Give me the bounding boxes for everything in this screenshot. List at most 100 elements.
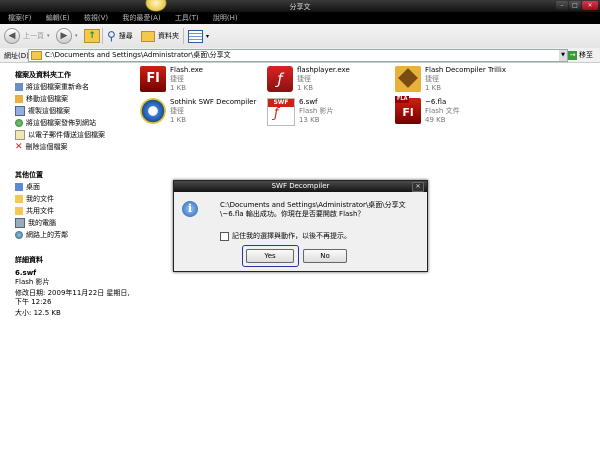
task-copy[interactable]: 複製這個檔案 — [15, 106, 70, 116]
task-publish[interactable]: 將這個檔案發佈到網站 — [15, 118, 96, 128]
toolbar-separator — [183, 28, 184, 44]
address-bar: 網址(D) C:\Documents and Settings\Administ… — [0, 48, 600, 63]
file-size: 1 KB — [170, 84, 187, 92]
task-label: 將這個檔案發佈到網站 — [26, 119, 96, 127]
file-flashplayer-exe[interactable]: ƒ flashplayer.exe 捷徑 1 KB — [267, 66, 350, 93]
place-my-documents[interactable]: 我的文件 — [15, 194, 54, 204]
file-name: flashplayer.exe — [297, 66, 350, 74]
folders-icon — [141, 30, 155, 42]
folder-icon — [15, 195, 23, 203]
task-label: 以電子郵件傳送這個檔案 — [28, 131, 105, 139]
file-tasks-title[interactable]: 檔案及資料夾工作 — [15, 70, 71, 80]
file-name: Flash.exe — [170, 66, 203, 74]
task-delete[interactable]: ✕ 刪除這個檔案 — [15, 142, 68, 152]
menu-file[interactable]: 檔案(F) — [8, 12, 32, 24]
no-button[interactable]: No — [303, 249, 347, 263]
file-size: 13 KB — [299, 116, 320, 124]
file-type: 捷徑 — [425, 75, 439, 83]
task-pane: 檔案及資料夾工作 將這個檔案重新命名 移動這個檔案 複製這個檔案 將這個檔案發佈… — [0, 63, 132, 450]
place-label: 共用文件 — [26, 207, 54, 215]
task-email[interactable]: 以電子郵件傳送這個檔案 — [15, 130, 105, 140]
menu-tools[interactable]: 工具(T) — [175, 12, 199, 24]
yes-button[interactable]: Yes — [246, 249, 294, 263]
fla-file-icon: FLA Fl — [395, 96, 421, 124]
file-size: 1 KB — [170, 116, 187, 124]
file-type: 捷徑 — [297, 75, 311, 83]
views-button[interactable]: ▾ — [188, 27, 209, 45]
minimize-button[interactable]: – — [556, 1, 568, 10]
address-label: 網址(D) — [4, 52, 29, 60]
flash-player-icon: ƒ — [267, 66, 293, 92]
checkbox-label: 記住我的選擇與動作，以後不再提示。 — [232, 232, 351, 240]
window-title: 分享文 — [289, 3, 311, 11]
file-type: 捷徑 — [170, 107, 184, 115]
back-dropdown-icon: ▾ — [47, 33, 50, 39]
file-type: 捷徑 — [170, 75, 184, 83]
place-desktop[interactable]: 桌面 — [15, 182, 40, 192]
file-6-swf[interactable]: SWF ƒ 6.swf Flash 影片 13 KB — [267, 98, 334, 126]
folder-icon — [31, 51, 42, 60]
go-button[interactable]: → 移至 — [568, 50, 593, 60]
up-folder-icon: ↑ — [84, 29, 100, 43]
up-folder-button[interactable]: ↑ — [84, 27, 100, 45]
menu-edit[interactable]: 編輯(E) — [46, 12, 70, 24]
task-move[interactable]: 移動這個檔案 — [15, 94, 68, 104]
other-places-title[interactable]: 其他位置 — [15, 170, 43, 180]
detail-filename: 6.swf — [15, 269, 37, 277]
go-label: 移至 — [579, 51, 593, 59]
rename-icon — [15, 83, 23, 91]
delete-icon: ✕ — [15, 142, 23, 152]
back-button[interactable]: ◀ 上一頁 ▾ — [4, 27, 50, 45]
globe-icon — [15, 119, 23, 127]
search-button[interactable]: ⚲ 搜尋 — [107, 27, 133, 45]
back-label: 上一頁 — [23, 32, 44, 40]
swf-decompiler-dialog: SWF Decompiler ✕ i C:\Documents and Sett… — [173, 180, 428, 272]
address-dropdown-icon[interactable]: ▼ — [559, 50, 567, 61]
file-name: 6.swf — [299, 98, 318, 106]
forward-dropdown-icon: ▾ — [75, 33, 78, 39]
file-size: 49 KB — [425, 116, 446, 124]
place-network[interactable]: 網路上的芳鄰 — [15, 230, 68, 240]
file-size: 1 KB — [297, 84, 314, 92]
place-my-computer[interactable]: 我的電腦 — [15, 218, 56, 228]
desktop-icon — [15, 183, 23, 191]
folders-label: 資料夾 — [158, 32, 179, 40]
checkbox-box[interactable] — [220, 231, 229, 241]
remember-choice-checkbox[interactable]: 記住我的選擇與動作，以後不再提示。 — [220, 231, 351, 241]
place-label: 網路上的芳鄰 — [26, 231, 68, 239]
file-flash-exe[interactable]: Fl Flash.exe 捷徑 1 KB — [140, 66, 203, 93]
forward-button[interactable]: ▶ ▾ — [56, 27, 78, 45]
place-shared-documents[interactable]: 共用文件 — [15, 206, 54, 216]
folder-icon — [15, 207, 23, 215]
detail-filetype: Flash 影片 — [15, 278, 50, 286]
email-icon — [15, 130, 25, 140]
menu-bar: 檔案(F) 編輯(E) 檢視(V) 我的最愛(A) 工具(T) 說明(H) — [0, 12, 600, 24]
folders-button[interactable]: 資料夾 — [141, 27, 179, 45]
sothink-icon — [140, 98, 166, 124]
maximize-button[interactable]: □ — [569, 1, 581, 10]
toolbar-separator — [102, 28, 103, 44]
file-name: Flash Decompiler Trillix — [425, 66, 507, 74]
go-arrow-icon: → — [568, 50, 577, 60]
task-label: 刪除這個檔案 — [25, 143, 68, 151]
address-input[interactable]: C:\Documents and Settings\Administrator\… — [28, 49, 568, 62]
file-6-fla[interactable]: FLA Fl ~6.fla Flash 文件 49 KB — [395, 96, 460, 125]
menu-view[interactable]: 檢視(V) — [84, 12, 108, 24]
move-icon — [15, 95, 23, 103]
place-label: 桌面 — [26, 183, 40, 191]
file-flash-decompiler-trillix[interactable]: Flash Decompiler Trillix 捷徑 1 KB — [395, 66, 506, 93]
close-button[interactable]: ✕ — [582, 1, 598, 10]
detail-size: 大小: 12.5 KB — [15, 309, 61, 317]
file-name: Sothink SWF Decompiler — [170, 98, 257, 106]
place-label: 我的電腦 — [28, 219, 56, 227]
views-dropdown-icon: ▾ — [206, 32, 210, 40]
dialog-close-button[interactable]: ✕ — [412, 182, 424, 192]
menu-favorites[interactable]: 我的最愛(A) — [122, 12, 160, 24]
task-rename[interactable]: 將這個檔案重新命名 — [15, 82, 89, 92]
swf-file-icon: SWF ƒ — [267, 98, 295, 126]
file-sothink-swf-decompiler[interactable]: Sothink SWF Decompiler 捷徑 1 KB — [140, 98, 256, 125]
details-title[interactable]: 詳細資料 — [15, 255, 43, 265]
back-arrow-icon: ◀ — [4, 28, 20, 44]
menu-help[interactable]: 說明(H) — [213, 12, 238, 24]
detail-modified: 修改日期: 2009年11月22日 星期日, 下午 12:26 — [15, 289, 130, 306]
